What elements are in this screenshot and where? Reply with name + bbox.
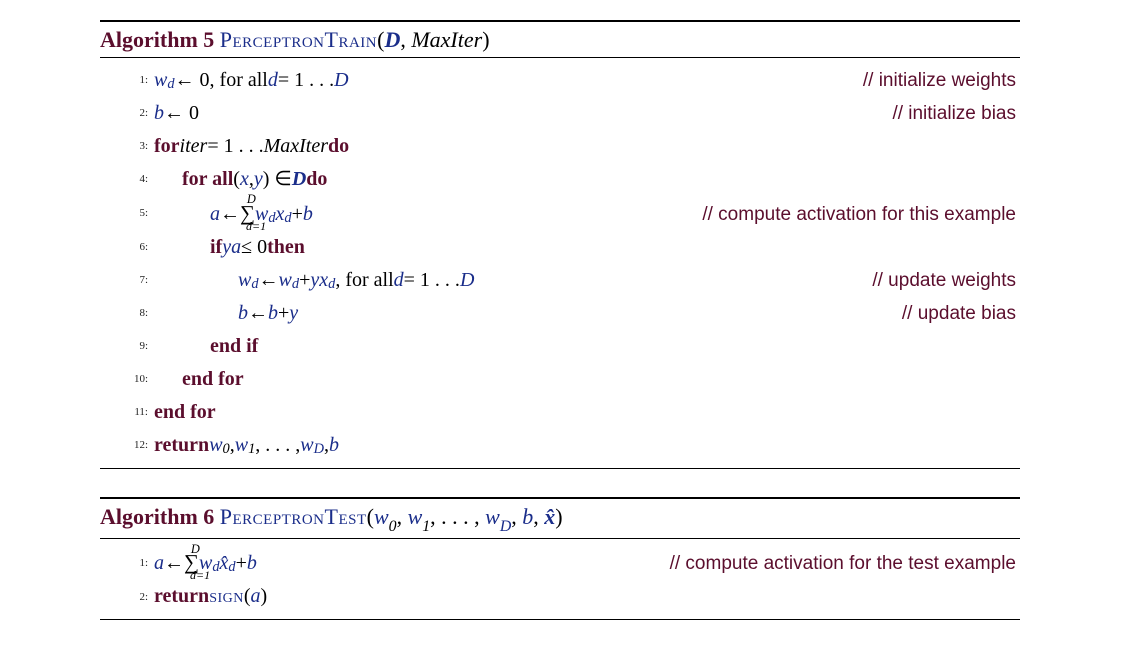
code: a ← ∑Dd=1 wd xd + b <box>154 196 702 231</box>
comment: // initialize weights <box>863 65 1020 96</box>
rule <box>100 20 1020 22</box>
code: end for <box>154 363 1020 396</box>
code: for iter = 1 . . . MaxIter do <box>154 130 1020 163</box>
code: wd ← 0, for all d = 1 . . . D <box>154 64 863 97</box>
line-number: 6: <box>100 238 154 256</box>
code-line: 7: wd ← wd + yxd, for all d = 1 . . . D … <box>100 264 1020 297</box>
line-number: 5: <box>100 204 154 222</box>
paren-open: ( <box>367 504 374 529</box>
comment: // update bias <box>902 298 1020 329</box>
code: end if <box>154 330 1020 363</box>
code-line: 8: b ← b + y // update bias <box>100 297 1020 330</box>
alg-name: PerceptronTest <box>220 504 367 529</box>
code-line: 6: if ya ≤ 0 then <box>100 231 1020 264</box>
comment: // compute activation for the test examp… <box>670 548 1020 579</box>
code-line: 4: for all (x,y) ∈ D do <box>100 163 1020 196</box>
algorithm-6-body: 1: a ← ∑Dd=1 wd x̂d + b // compute activ… <box>100 539 1020 619</box>
code-line: 5: a ← ∑Dd=1 wd xd + b // compute activa… <box>100 196 1020 231</box>
code: b ← 0 <box>154 97 892 130</box>
paren-close: ) <box>555 504 562 529</box>
alg-label: Algorithm 6 <box>100 504 214 529</box>
rule <box>100 468 1020 469</box>
comment: // initialize bias <box>892 98 1020 129</box>
line-number: 9: <box>100 337 154 355</box>
param-sep: , <box>400 27 411 52</box>
code: for all (x,y) ∈ D do <box>154 163 1020 196</box>
line-number: 1: <box>100 554 154 572</box>
code-line: 1: a ← ∑Dd=1 wd x̂d + b // compute activ… <box>100 545 1020 580</box>
line-number: 11: <box>100 403 154 421</box>
algorithm-6-header: Algorithm 6 PerceptronTest(w0, w1, . . .… <box>100 500 1020 538</box>
alg-label: Algorithm 5 <box>100 27 214 52</box>
algorithm-6-block: Algorithm 6 PerceptronTest(w0, w1, . . .… <box>100 497 1020 620</box>
alg-name: PerceptronTrain <box>220 27 377 52</box>
algorithm-5-block: Algorithm 5 PerceptronTrain(D, MaxIter) … <box>100 20 1020 469</box>
code: return w0, w1, . . . , wD, b <box>154 429 1020 462</box>
line-number: 10: <box>100 370 154 388</box>
algorithm-5-header: Algorithm 5 PerceptronTrain(D, MaxIter) <box>100 23 1020 57</box>
algorithm-5-body: 1: wd ← 0, for all d = 1 . . . D // init… <box>100 58 1020 468</box>
code-line: 10: end for <box>100 363 1020 396</box>
code-line: 2: b ← 0 // initialize bias <box>100 97 1020 130</box>
code-line: 12: return w0, w1, . . . , wD, b <box>100 429 1020 462</box>
code-line: 2: return sign(a) <box>100 580 1020 613</box>
rule <box>100 497 1020 499</box>
code: wd ← wd + yxd, for all d = 1 . . . D <box>154 264 872 297</box>
line-number: 4: <box>100 170 154 188</box>
code-line: 1: wd ← 0, for all d = 1 . . . D // init… <box>100 64 1020 97</box>
code: end for <box>154 396 1020 429</box>
code-line: 3: for iter = 1 . . . MaxIter do <box>100 130 1020 163</box>
line-number: 1: <box>100 71 154 89</box>
code-line: 9: end if <box>100 330 1020 363</box>
comment: // compute activation for this example <box>702 199 1020 230</box>
param-D: D <box>384 27 400 52</box>
line-number: 2: <box>100 588 154 606</box>
paren-close: ) <box>482 27 489 52</box>
code: b ← b + y <box>154 297 902 330</box>
line-number: 3: <box>100 137 154 155</box>
comment: // update weights <box>872 265 1020 296</box>
code: if ya ≤ 0 then <box>154 231 1020 264</box>
line-number: 7: <box>100 271 154 289</box>
line-number: 2: <box>100 104 154 122</box>
code-line: 11: end for <box>100 396 1020 429</box>
code: return sign(a) <box>154 580 1020 613</box>
rule <box>100 619 1020 620</box>
line-number: 12: <box>100 436 154 454</box>
param-MaxIter: MaxIter <box>411 27 482 52</box>
code: a ← ∑Dd=1 wd x̂d + b <box>154 545 670 580</box>
line-number: 8: <box>100 304 154 322</box>
